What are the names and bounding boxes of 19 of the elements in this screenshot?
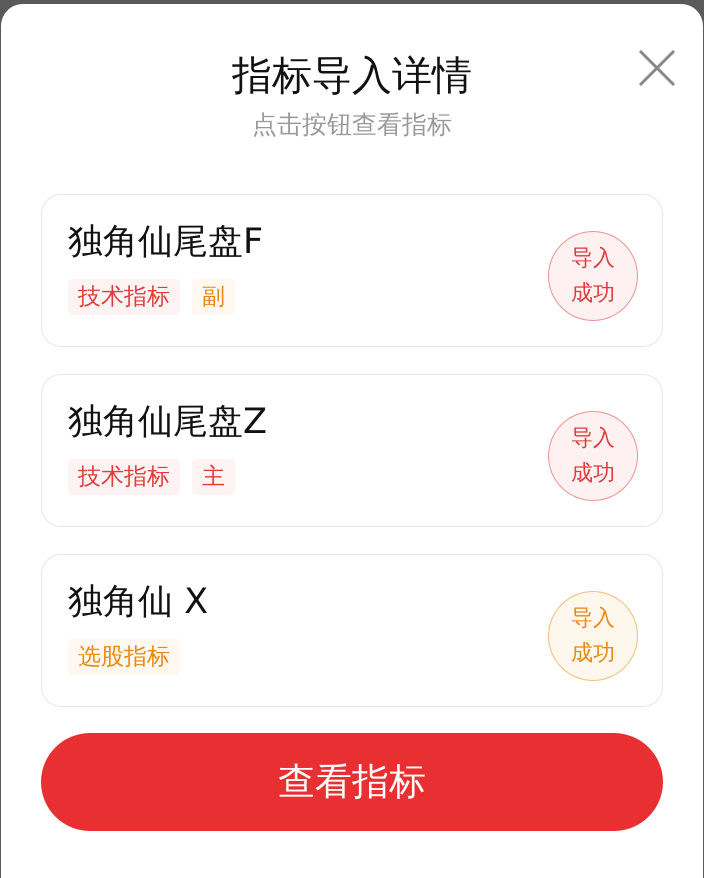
indicator-tag: 主 [192,458,235,494]
indicator-tag: 技术指标 [68,458,180,494]
close-icon [637,48,677,88]
status-text: 成功 [571,280,615,308]
indicator-name: 独角仙 X [68,580,208,624]
status-text: 导入 [571,604,615,632]
dialog-subtitle: 点击按钮查看指标 [252,109,452,141]
status-text: 导入 [571,424,615,452]
status-text: 导入 [571,244,615,272]
indicator-name: 独角仙尾盘Z [68,400,267,444]
indicator-tag: 技术指标 [68,278,180,314]
view-indicators-button[interactable]: 查看指标 [41,733,663,831]
status-text: 成功 [571,460,615,488]
indicator-tag: 选股指标 [68,638,180,674]
dialog-title: 指标导入详情 [232,52,472,101]
close-button[interactable] [637,48,677,88]
indicator-name: 独角仙尾盘F [68,220,264,264]
indicator-tag: 副 [192,278,235,314]
status-text: 成功 [571,640,615,668]
